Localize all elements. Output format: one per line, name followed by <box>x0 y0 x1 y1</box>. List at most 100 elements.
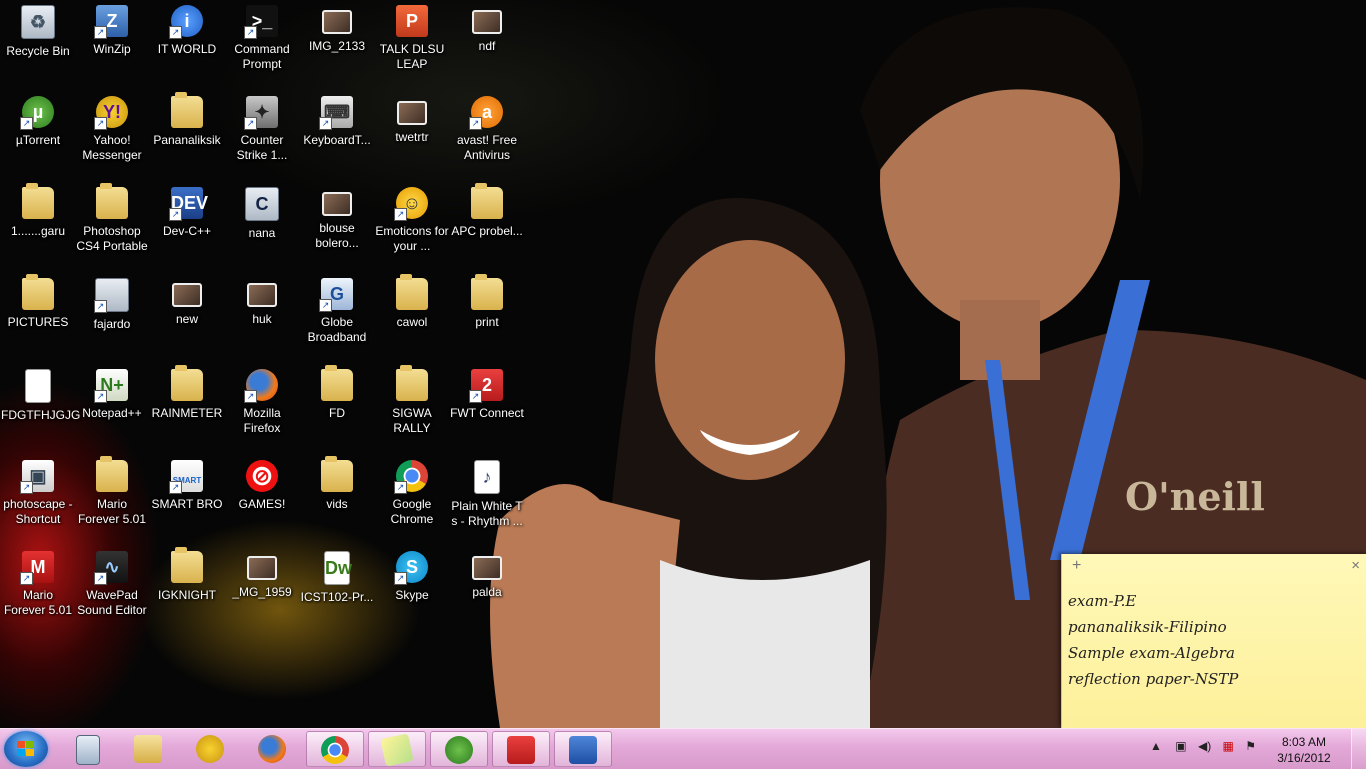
desktop-icon[interactable]: ✦ ↗ Counter Strike 1... <box>224 93 300 181</box>
fwt-connect-icon: 2 ↗ <box>469 369 503 403</box>
sticky-note-text[interactable]: exam-P.E pananaliksik-Filipino Sample ex… <box>1062 580 1366 692</box>
taskbar-calculator[interactable] <box>58 731 116 767</box>
desktop-icon[interactable]: ndf <box>449 2 525 90</box>
taskbar-chrome[interactable] <box>306 731 364 767</box>
desktop-icon[interactable]: ↗ Mozilla Firefox <box>224 366 300 454</box>
desktop-icon-label: Google Chrome <box>390 497 434 526</box>
close-note-button[interactable]: × <box>1351 557 1360 574</box>
network-error-icon[interactable]: ▦ <box>1223 739 1234 753</box>
desktop-icon-label: FWT Connect <box>450 406 524 420</box>
desktop-icon[interactable]: >_ ↗ Command Prompt <box>224 2 300 90</box>
desktop-icon[interactable]: FD <box>299 365 375 454</box>
desktop-icon[interactable]: ∿ ↗ WavePad Sound Editor <box>74 548 150 636</box>
note-line: pananaliksik-Filipino <box>1068 618 1227 636</box>
desktop-icon[interactable]: a ↗ avast! Free Antivirus <box>449 93 525 181</box>
desktop-icon[interactable]: DEV ↗ Dev-C++ <box>149 184 225 272</box>
folder-icon <box>396 274 428 310</box>
smart-bro-icon: SMART ↗ <box>169 460 203 494</box>
desktop-icon-label: Counter Strike 1... <box>236 133 288 162</box>
desktop-icon[interactable]: ▣ ↗ photoscape - Shortcut <box>0 457 76 545</box>
desktop-icon[interactable]: print <box>449 274 525 363</box>
desktop-icon[interactable]: N+ ↗ Notepad++ <box>74 366 150 454</box>
desktop-icon-label: FDGTFHJGJG <box>1 408 81 422</box>
desktop-icon-label: fajardo <box>93 317 131 331</box>
note-line: reflection paper-NSTP <box>1068 670 1239 688</box>
sticky-notes-icon <box>380 733 414 767</box>
desktop-icon[interactable]: ⌨ ↗ KeyboardT... <box>299 93 375 181</box>
desktop-icon-label: nana <box>248 226 276 240</box>
taskbar-sticky-notes[interactable] <box>368 731 426 767</box>
sticky-note[interactable]: + × exam-P.E pananaliksik-Filipino Sampl… <box>1061 554 1366 728</box>
calculator-icon <box>76 735 100 765</box>
shortcut-arrow-icon: ↗ <box>94 390 107 403</box>
desktop-icon[interactable]: RAINMETER <box>149 365 225 454</box>
system-clock[interactable]: 8:03 AM 3/16/2012 <box>1264 734 1344 766</box>
desktop-icon[interactable]: ☺ ↗ Emoticons for your ... <box>374 184 450 272</box>
image-file-icon <box>472 10 502 34</box>
shortcut-arrow-icon: ↗ <box>244 26 257 39</box>
desktop-icon[interactable]: Cnana <box>224 184 300 272</box>
sticky-note-titlebar[interactable]: + × <box>1062 554 1366 580</box>
desktop-icon[interactable]: SMART ↗ SMART BRO <box>149 457 225 545</box>
desktop-icon-label: Globe Broadband <box>307 315 367 344</box>
desktop-icon[interactable]: P TALK DLSU LEAP <box>374 2 450 90</box>
folder-icon <box>171 365 203 401</box>
show-desktop-button[interactable] <box>1351 729 1366 769</box>
desktop-icon[interactable]: Dw ICST102-Pr... <box>299 548 375 636</box>
desktop-icon[interactable]: cawol <box>374 274 450 363</box>
desktop-icon[interactable]: ♻ Recycle Bin <box>0 2 76 90</box>
desktop-icon[interactable]: huk <box>224 275 300 363</box>
desktop-icon[interactable]: Z ↗ WinZip <box>74 2 150 90</box>
desktop-icon[interactable]: G ↗ Globe Broadband <box>299 275 375 363</box>
desktop-icon[interactable]: ↗ Google Chrome <box>374 457 450 545</box>
desktop-icon-label: photoscape - Shortcut <box>3 497 73 526</box>
desktop-icon-label: print <box>475 315 499 329</box>
volume-icon[interactable]: ◀) <box>1198 739 1211 753</box>
desktop-icon[interactable]: ♪ Plain White T s - Rhythm ... <box>449 457 525 545</box>
taskbar-word[interactable] <box>554 731 612 767</box>
desktop-icon[interactable]: 1.......garu <box>0 183 76 272</box>
start-button[interactable] <box>4 731 48 767</box>
svg-text:O'neill: O'neill <box>1125 474 1265 519</box>
desktop-icon[interactable]: APC probel... <box>449 183 525 272</box>
desktop-icon[interactable]: blouse bolero... <box>299 184 375 272</box>
desktop-icon[interactable]: SIGWA RALLY <box>374 365 450 454</box>
taskbar-windows-explorer[interactable] <box>120 731 178 767</box>
taskbar-fwt-connect[interactable] <box>492 731 550 767</box>
wavepad-icon: ∿ ↗ <box>94 551 128 585</box>
action-center-icon[interactable]: ⚑ <box>1245 739 1256 753</box>
desktop-icon[interactable]: M ↗ Mario Forever 5.01 <box>0 548 76 636</box>
taskbar-yahoo-messenger[interactable] <box>182 731 240 767</box>
usb-icon[interactable]: ▣ <box>1175 739 1186 753</box>
shortcut-arrow-icon: ↗ <box>94 300 107 313</box>
desktop-icon[interactable]: Y! ↗ Yahoo! Messenger <box>74 93 150 181</box>
desktop-icon[interactable]: new <box>149 275 225 363</box>
desktop-icon[interactable]: ↗ fajardo <box>74 275 150 363</box>
desktop-icon[interactable]: Photoshop CS4 Portable <box>74 183 150 272</box>
shortcut-arrow-icon: ↗ <box>319 299 332 312</box>
taskbar-firefox[interactable] <box>244 731 302 767</box>
show-hidden-icons-icon[interactable]: ▲ <box>1150 739 1162 753</box>
desktop-icon[interactable]: palda <box>449 548 525 636</box>
desktop-icon[interactable]: FDGTFHJGJG <box>0 366 81 454</box>
desktop-icon[interactable]: Pananaliksik <box>149 92 225 181</box>
desktop-icon[interactable]: µ ↗ µTorrent <box>0 93 76 181</box>
shortcut-arrow-icon: ↗ <box>20 572 33 585</box>
desktop-icon[interactable]: vids <box>299 456 375 545</box>
desktop-icon[interactable]: PICTURES <box>0 274 76 363</box>
desktop-icon[interactable]: S ↗ Skype <box>374 548 450 636</box>
desktop-icon[interactable]: 2 ↗ FWT Connect <box>449 366 525 454</box>
desktop-icon[interactable]: i ↗ IT WORLD <box>149 2 225 90</box>
desktop-icon[interactable]: _MG_1959 <box>224 548 300 636</box>
desktop-icon[interactable]: IMG_2133 <box>299 2 375 90</box>
shortcut-arrow-icon: ↗ <box>94 572 107 585</box>
desktop-icon[interactable]: IGKNIGHT <box>149 547 225 636</box>
desktop-icon[interactable]: twetrtr <box>374 93 450 181</box>
desktop-icon[interactable]: ⊘ GAMES! <box>224 457 300 545</box>
avast-icon: a ↗ <box>469 96 503 130</box>
desktop-icon-label: WavePad Sound Editor <box>77 588 147 617</box>
keyboard-icon: ⌨ ↗ <box>319 96 353 130</box>
add-note-button[interactable]: + <box>1072 557 1081 575</box>
taskbar-utorrent[interactable] <box>430 731 488 767</box>
desktop-icon[interactable]: Mario Forever 5.01 <box>74 456 150 545</box>
